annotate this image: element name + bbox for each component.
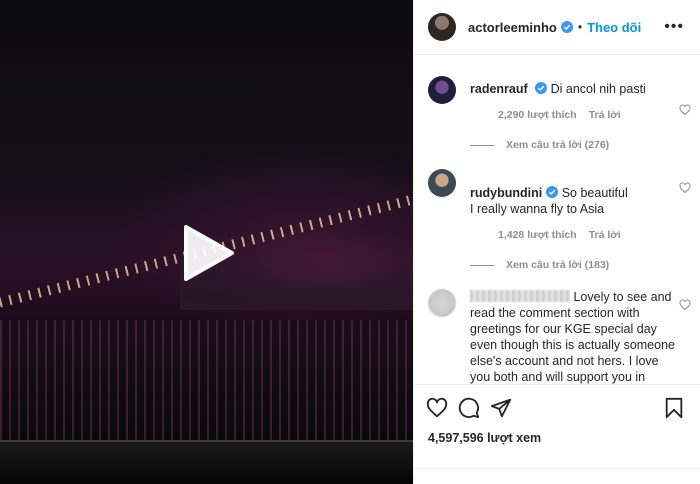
comment-list: radenrauf Di ancol nih pasti 2,290 lượt … xyxy=(414,56,700,386)
heart-icon[interactable] xyxy=(426,397,448,419)
comment-item: Lovely to see and read the comment secti… xyxy=(414,289,700,386)
verified-badge-icon xyxy=(546,186,559,198)
reply-button[interactable]: Trả lời xyxy=(589,107,621,123)
commenter-avatar-blurred[interactable] xyxy=(428,289,456,317)
railing xyxy=(0,440,413,484)
separator-dot: • xyxy=(577,20,583,34)
post-side-panel: actorleeminho • Theo dõi ••• radenrauf D… xyxy=(413,0,700,484)
commenter-username-blurred xyxy=(470,290,570,302)
view-replies-label: Xem câu trả lời (183) xyxy=(506,259,610,271)
bookmark-icon[interactable] xyxy=(663,397,685,419)
comment-likes[interactable]: 1,428 lượt thích xyxy=(498,227,577,243)
river-reflection xyxy=(0,320,413,440)
like-comment-heart-icon[interactable] xyxy=(679,182,691,194)
like-comment-heart-icon[interactable] xyxy=(679,104,691,116)
view-replies-label: Xem câu trả lời (276) xyxy=(506,139,610,151)
commenter-username[interactable]: rudybundini xyxy=(470,186,542,200)
comment-likes[interactable]: 2,290 lượt thích xyxy=(498,107,577,123)
commenter-username[interactable]: radenrauf xyxy=(470,82,528,96)
divider xyxy=(414,468,700,469)
like-comment-heart-icon[interactable] xyxy=(679,299,691,311)
play-icon xyxy=(184,225,234,281)
replies-line xyxy=(470,144,494,146)
share-icon[interactable] xyxy=(490,397,512,419)
comment-item: rudybundini So beautiful I really wanna … xyxy=(414,169,700,243)
replies-line xyxy=(470,264,494,266)
view-count[interactable]: 4,597,596 lượt xem xyxy=(428,431,685,445)
comment-icon[interactable] xyxy=(458,397,480,419)
follow-button[interactable]: Theo dõi xyxy=(587,20,641,35)
comment-text: Lovely to see and read the comment secti… xyxy=(470,290,675,384)
view-replies-link[interactable]: Xem câu trả lời (183) xyxy=(414,259,700,271)
verified-badge-icon xyxy=(535,82,548,94)
view-replies-link[interactable]: Xem câu trả lời (276) xyxy=(414,139,700,151)
video-player[interactable] xyxy=(0,0,413,484)
commenter-avatar[interactable] xyxy=(428,76,456,104)
play-button[interactable] xyxy=(180,225,236,281)
comment-item: radenrauf Di ancol nih pasti 2,290 lượt … xyxy=(414,76,700,123)
comment-text: Di ancol nih pasti xyxy=(550,82,646,96)
author-username[interactable]: actorleeminho xyxy=(468,20,557,35)
post-actions: 4,597,596 lượt xem xyxy=(414,384,700,445)
reply-button[interactable]: Trả lời xyxy=(589,227,621,243)
author-avatar[interactable] xyxy=(428,13,456,41)
post-header: actorleeminho • Theo dõi ••• xyxy=(414,0,700,55)
commenter-avatar[interactable] xyxy=(428,169,456,197)
verified-badge-icon xyxy=(560,21,573,33)
more-options-icon[interactable]: ••• xyxy=(664,18,684,36)
